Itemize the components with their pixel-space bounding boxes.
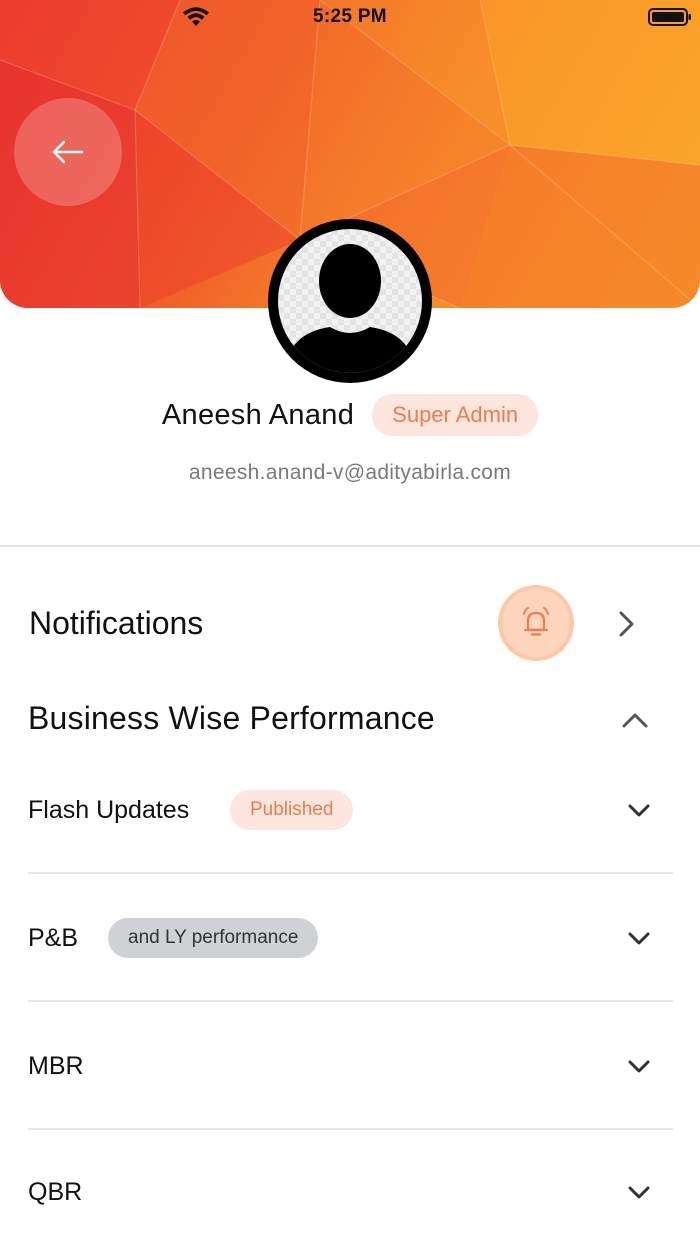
status-bar: 5:25 PM — [0, 0, 700, 36]
business-performance-list: Flash Updates Published P&B and LY perfo… — [28, 746, 673, 1244]
list-item-mbr[interactable]: MBR — [28, 1002, 673, 1130]
notifications-bell-button[interactable] — [498, 585, 574, 661]
list-item-p-and-b[interactable]: P&B and LY performance — [28, 874, 673, 1002]
info-badge: and LY performance — [108, 918, 319, 958]
chevron-down-icon[interactable] — [626, 930, 652, 948]
chevron-up-icon[interactable] — [620, 710, 650, 730]
role-badge: Super Admin — [372, 394, 539, 436]
back-button[interactable] — [14, 98, 122, 206]
user-silhouette-icon — [284, 244, 416, 373]
arrow-left-icon — [52, 140, 84, 164]
business-performance-header[interactable]: Business Wise Performance — [0, 700, 700, 744]
battery-icon — [648, 8, 691, 26]
list-item-label: Flash Updates — [28, 796, 190, 824]
bell-icon — [523, 607, 549, 636]
chevron-down-icon[interactable] — [626, 1184, 652, 1202]
chevron-down-icon[interactable] — [626, 802, 652, 820]
business-performance-title: Business Wise Performance — [28, 700, 435, 736]
profile-name-row: Aneesh Anand Super Admin — [0, 394, 700, 436]
list-item-qbr[interactable]: QBR — [28, 1130, 673, 1244]
notifications-row[interactable]: Notifications — [0, 585, 700, 663]
list-item-flash-updates[interactable]: Flash Updates Published — [28, 746, 673, 874]
status-time: 5:25 PM — [313, 6, 387, 27]
list-item-label: P&B — [28, 924, 79, 952]
list-item-label: QBR — [28, 1178, 83, 1206]
chevron-down-icon[interactable] — [626, 1058, 652, 1076]
profile-divider — [0, 545, 700, 547]
user-name: Aneesh Anand — [161, 398, 355, 431]
status-badge: Published — [230, 790, 354, 830]
chevron-right-icon[interactable] — [616, 609, 638, 639]
notifications-title: Notifications — [29, 605, 204, 641]
avatar[interactable] — [268, 219, 432, 383]
avatar-image — [278, 229, 422, 373]
user-email: aneesh.anand-v@adityabirla.com — [188, 461, 512, 484]
list-item-label: MBR — [28, 1052, 84, 1080]
